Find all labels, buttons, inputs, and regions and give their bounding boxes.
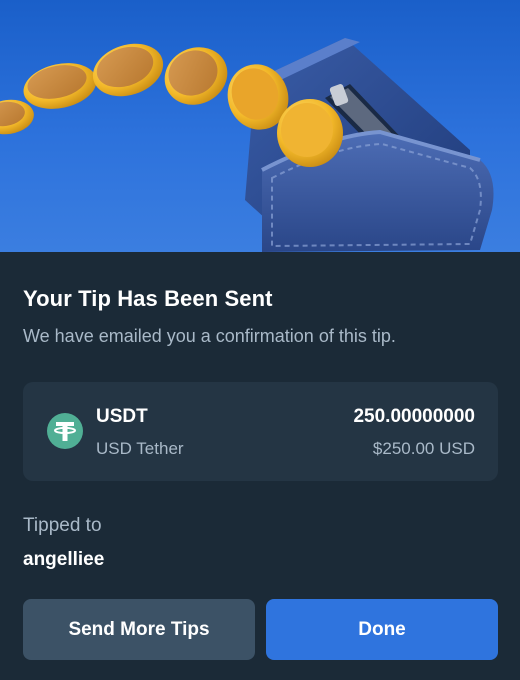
send-more-tips-button[interactable]: Send More Tips xyxy=(23,599,255,660)
tipped-to-label: Tipped to xyxy=(23,515,102,536)
done-button[interactable]: Done xyxy=(266,599,498,660)
tip-usd-value: $250.00 USD xyxy=(372,439,475,458)
tip-amount: 250.00000000 xyxy=(353,406,475,427)
tether-icon xyxy=(47,413,83,449)
tip-summary-card: USDT USD Tether 250.00000000 $250.00 USD xyxy=(23,382,498,481)
wallet-coins-illustration xyxy=(0,38,494,252)
page-title: Your Tip Has Been Sent xyxy=(23,286,273,311)
hero-illustration xyxy=(0,0,520,252)
token-name: USD Tether xyxy=(96,439,184,458)
confirmation-message: We have emailed you a confirmation of th… xyxy=(23,326,396,346)
token-symbol: USDT xyxy=(96,406,148,427)
recipient-username: angelliee xyxy=(23,549,105,570)
